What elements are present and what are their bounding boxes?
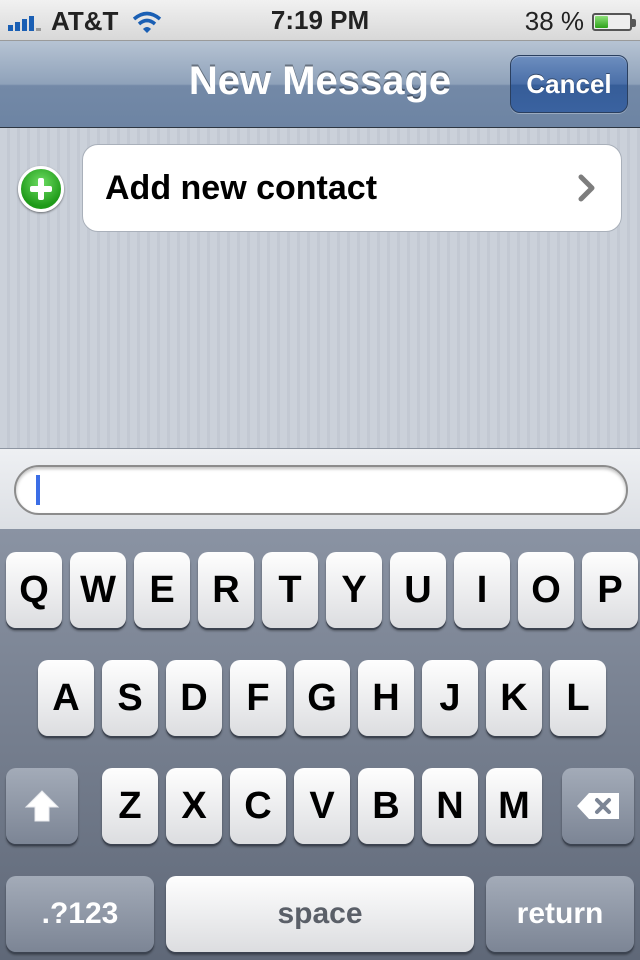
message-field[interactable] (14, 465, 628, 515)
key-d[interactable]: D (166, 660, 222, 736)
key-t[interactable]: T (262, 552, 318, 628)
key-j[interactable]: J (422, 660, 478, 736)
chevron-right-icon (578, 174, 595, 202)
key-r[interactable]: R (198, 552, 254, 628)
shift-icon (24, 790, 60, 822)
key-u[interactable]: U (390, 552, 446, 628)
return-key[interactable]: return (486, 876, 634, 952)
key-o[interactable]: O (518, 552, 574, 628)
key-m[interactable]: M (486, 768, 542, 844)
key-c[interactable]: C (230, 768, 286, 844)
cancel-button[interactable]: Cancel (510, 55, 628, 113)
key-q[interactable]: Q (6, 552, 62, 628)
key-f[interactable]: F (230, 660, 286, 736)
status-bar: AT&T 7:19 PM 38 % (0, 0, 640, 41)
key-e[interactable]: E (134, 552, 190, 628)
key-v[interactable]: V (294, 768, 350, 844)
shift-key[interactable] (6, 768, 78, 844)
key-x[interactable]: X (166, 768, 222, 844)
keyboard: QWERTYUIOP ASDFGHJKL ZXCVBNM .?123 space… (0, 529, 640, 960)
add-contact-label: Add new contact (105, 169, 378, 207)
add-new-contact-row[interactable]: Add new contact (82, 144, 622, 232)
battery-percent: 38 % (524, 6, 584, 36)
key-g[interactable]: G (294, 660, 350, 736)
message-input-bar (0, 448, 640, 530)
delete-icon (577, 793, 619, 819)
status-right: 38 % (524, 6, 636, 37)
key-w[interactable]: W (70, 552, 126, 628)
key-z[interactable]: Z (102, 768, 158, 844)
delete-key[interactable] (562, 768, 634, 844)
space-key[interactable]: space (166, 876, 474, 952)
key-y[interactable]: Y (326, 552, 382, 628)
key-h[interactable]: H (358, 660, 414, 736)
key-b[interactable]: B (358, 768, 414, 844)
navigation-bar: New Message Cancel (0, 41, 640, 128)
key-n[interactable]: N (422, 768, 478, 844)
text-caret (36, 475, 40, 505)
key-s[interactable]: S (102, 660, 158, 736)
key-l[interactable]: L (550, 660, 606, 736)
recipient-area: Add new contact (0, 128, 640, 448)
add-icon[interactable] (18, 166, 64, 212)
numbers-key[interactable]: .?123 (6, 876, 154, 952)
key-k[interactable]: K (486, 660, 542, 736)
key-p[interactable]: P (582, 552, 638, 628)
battery-icon (592, 12, 636, 31)
key-a[interactable]: A (38, 660, 94, 736)
key-i[interactable]: I (454, 552, 510, 628)
